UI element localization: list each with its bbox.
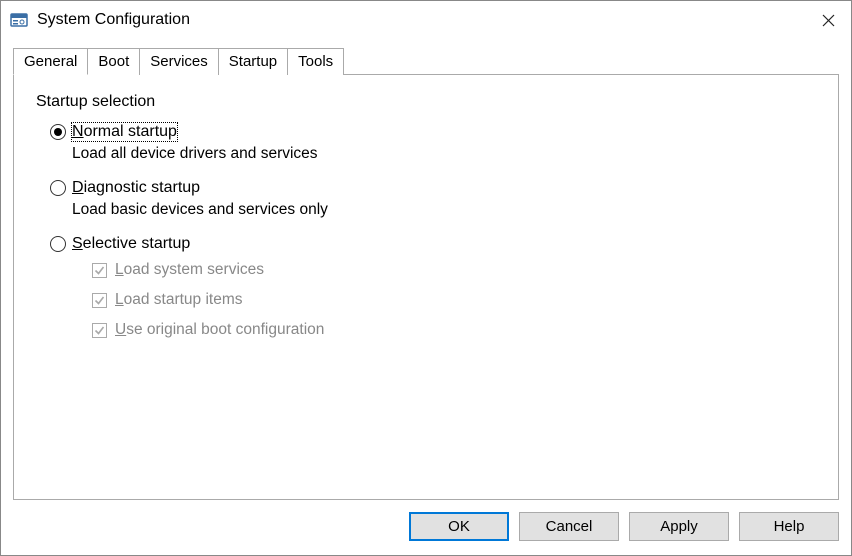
group-label-startup-selection: Startup selection	[36, 93, 816, 111]
apply-button[interactable]: Apply	[629, 512, 729, 541]
window-title: System Configuration	[37, 11, 805, 29]
ok-button[interactable]: OK	[409, 512, 509, 541]
tab-bar: General Boot Services Startup Tools	[13, 48, 839, 75]
radio-normal-startup[interactable]	[50, 124, 66, 140]
label-load-startup-items: Load startup items	[115, 291, 243, 309]
radio-diagnostic-startup[interactable]	[50, 180, 66, 196]
radio-label-diagnostic-startup[interactable]: Diagnostic startup	[72, 179, 200, 197]
tab-boot[interactable]: Boot	[87, 48, 140, 75]
sub-load-system-services: Load system services	[92, 261, 816, 279]
checkbox-load-startup-items	[92, 293, 107, 308]
help-button[interactable]: Help	[739, 512, 839, 541]
sub-load-startup-items: Load startup items	[92, 291, 816, 309]
cancel-button[interactable]: Cancel	[519, 512, 619, 541]
tab-general[interactable]: General	[13, 48, 88, 75]
radio-label-selective-startup[interactable]: Selective startup	[72, 235, 190, 253]
option-selective-startup: Selective startup	[50, 235, 816, 253]
content-area: General Boot Services Startup Tools Star…	[1, 39, 851, 500]
tab-services[interactable]: Services	[139, 48, 219, 75]
label-use-original-boot: Use original boot configuration	[115, 321, 324, 339]
radio-label-normal-startup[interactable]: Normal startup	[72, 123, 177, 141]
checkbox-use-original-boot	[92, 323, 107, 338]
tab-tools[interactable]: Tools	[287, 48, 344, 75]
dialog-buttons: OK Cancel Apply Help	[1, 500, 851, 555]
tab-panel-general: Startup selection Normal startup Load al…	[13, 74, 839, 500]
title-bar: System Configuration	[1, 1, 851, 39]
tab-startup[interactable]: Startup	[218, 48, 288, 75]
desc-diagnostic-startup: Load basic devices and services only	[72, 201, 816, 219]
sub-use-original-boot: Use original boot configuration	[92, 321, 816, 339]
label-load-system-services: Load system services	[115, 261, 264, 279]
option-normal-startup: Normal startup Load all device drivers a…	[50, 123, 816, 163]
radio-selective-startup[interactable]	[50, 236, 66, 252]
selective-sub-options: Load system services Load startup items …	[92, 261, 816, 339]
app-icon	[9, 10, 29, 30]
close-button[interactable]	[805, 1, 851, 39]
checkbox-load-system-services	[92, 263, 107, 278]
desc-normal-startup: Load all device drivers and services	[72, 145, 816, 163]
option-diagnostic-startup: Diagnostic startup Load basic devices an…	[50, 179, 816, 219]
